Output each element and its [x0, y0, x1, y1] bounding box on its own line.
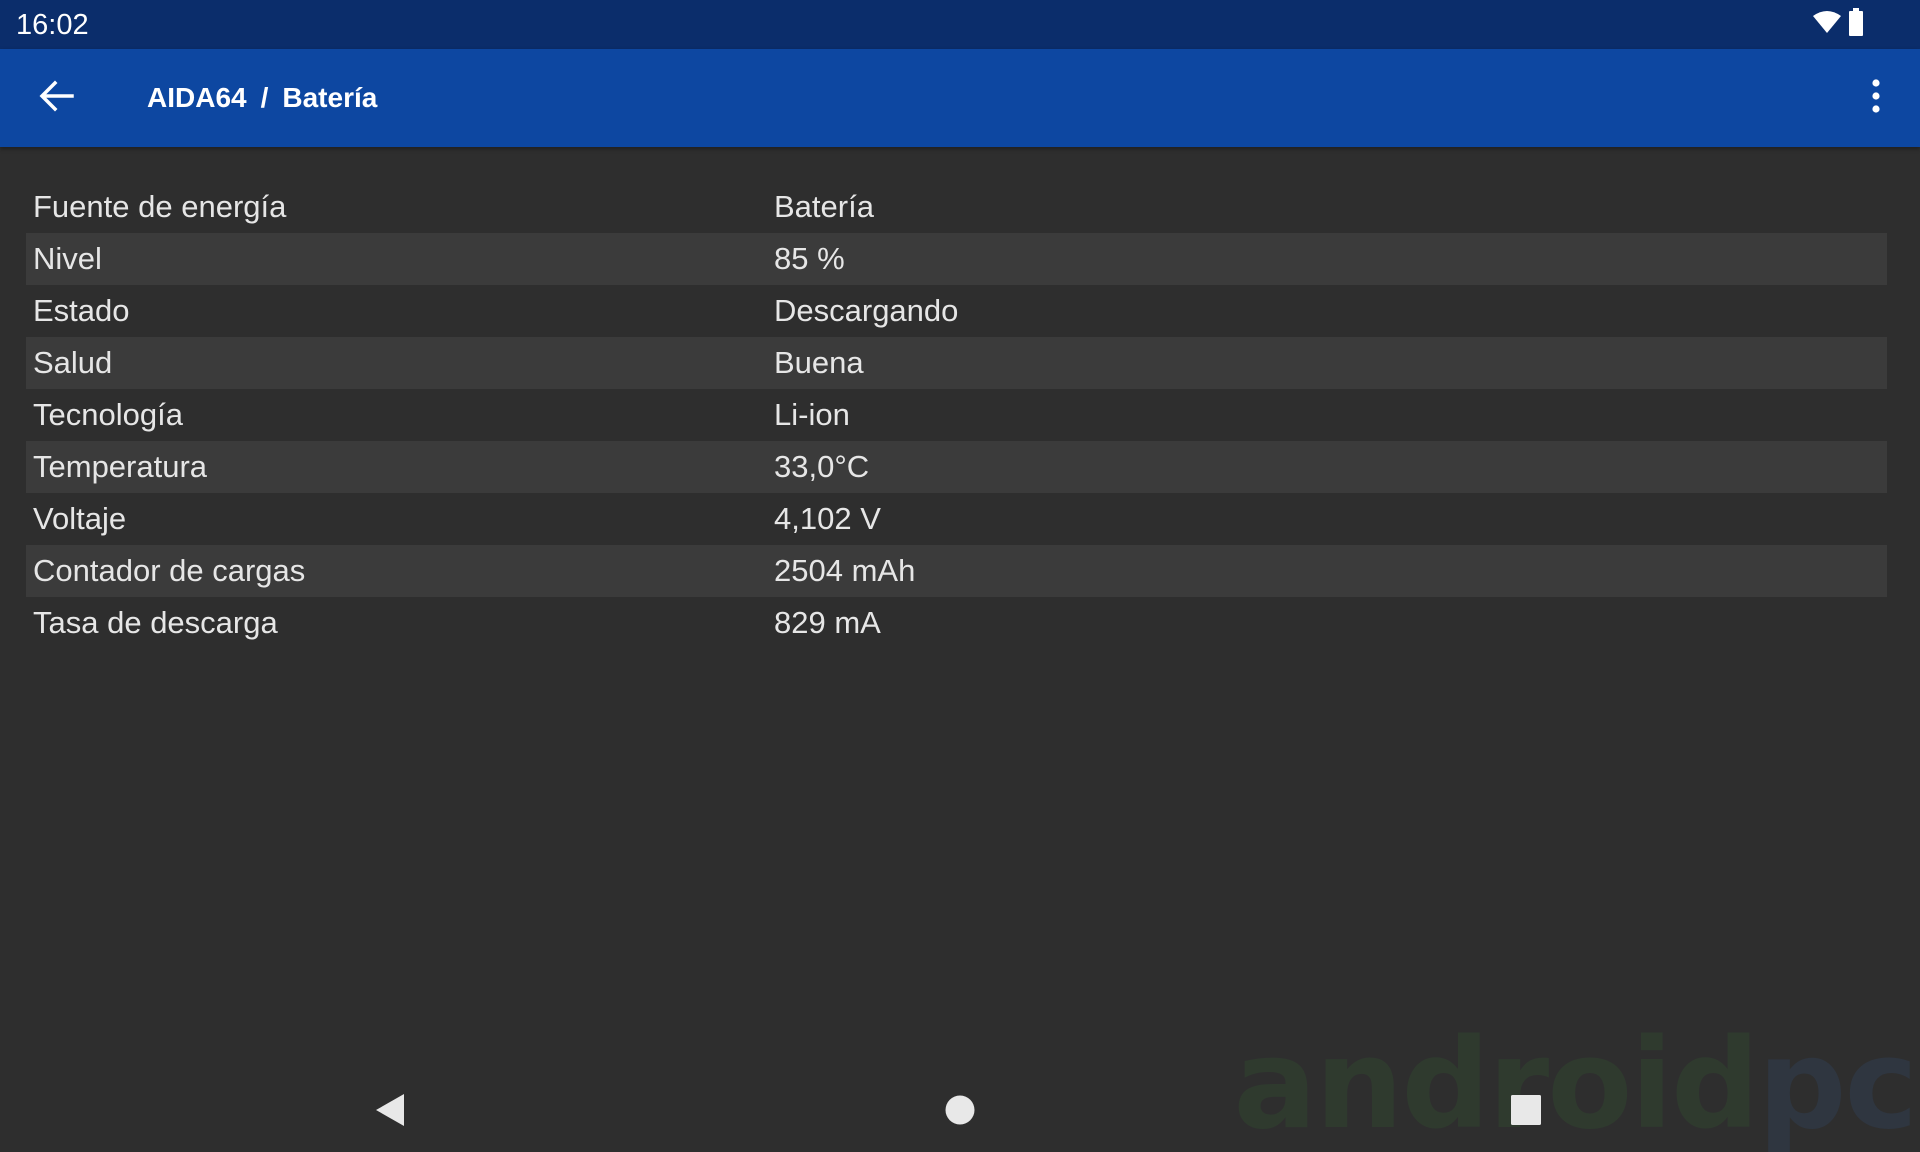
table-row: Salud Buena — [26, 337, 1887, 389]
breadcrumb-app: AIDA64 — [147, 82, 247, 113]
more-vert-icon — [1870, 78, 1882, 119]
row-value: 2504 mAh — [774, 553, 916, 588]
row-value: Li-ion — [774, 397, 850, 432]
page-title: Batería — [282, 82, 378, 113]
row-value: 33,0°C — [774, 449, 870, 484]
status-icons — [1812, 7, 1864, 41]
nav-recents-button[interactable] — [1496, 1082, 1556, 1142]
status-time: 16:02 — [16, 9, 89, 41]
table-row: Contador de cargas 2504 mAh — [26, 545, 1887, 597]
battery-info-table: Fuente de energía Batería Nivel 85 % Est… — [26, 181, 1887, 649]
row-label: Fuente de energía — [33, 189, 287, 224]
nav-home-button[interactable] — [930, 1082, 990, 1142]
app-bar: AIDA64 / Batería — [0, 49, 1920, 147]
row-label: Estado — [33, 293, 130, 328]
row-value: 4,102 V — [774, 501, 881, 536]
row-label: Nivel — [33, 241, 102, 276]
table-row: Temperatura 33,0°C — [26, 441, 1887, 493]
table-row: Tecnología Li-ion — [26, 389, 1887, 441]
nav-home-icon — [944, 1094, 976, 1131]
row-label: Salud — [33, 345, 113, 380]
battery-icon — [1848, 7, 1864, 41]
navigation-bar — [0, 1068, 1920, 1152]
row-label: Tasa de descarga — [33, 605, 278, 640]
row-label: Contador de cargas — [33, 553, 306, 588]
row-value: 829 mA — [774, 605, 881, 640]
table-row: Fuente de energía Batería — [26, 181, 1887, 233]
row-label: Tecnología — [33, 397, 183, 432]
table-row: Estado Descargando — [26, 285, 1887, 337]
nav-back-icon — [374, 1092, 406, 1133]
row-value: 85 % — [774, 241, 845, 276]
row-label: Voltaje — [33, 501, 127, 536]
row-value: Buena — [774, 345, 864, 380]
nav-recents-icon — [1510, 1094, 1542, 1131]
arrow-back-icon — [38, 80, 74, 117]
overflow-menu-button[interactable] — [1850, 72, 1902, 124]
row-value: Descargando — [774, 293, 959, 328]
back-button[interactable] — [30, 72, 82, 124]
row-value: Batería — [774, 189, 874, 224]
wifi-icon — [1812, 10, 1842, 39]
row-label: Temperatura — [33, 449, 208, 484]
table-row: Nivel 85 % — [26, 233, 1887, 285]
breadcrumb-separator: / — [260, 82, 269, 113]
breadcrumb: AIDA64 / Batería — [147, 79, 377, 117]
status-bar: 16:02 — [0, 0, 1920, 49]
table-row: Voltaje 4,102 V — [26, 493, 1887, 545]
nav-back-button[interactable] — [360, 1082, 420, 1142]
table-row: Tasa de descarga 829 mA — [26, 597, 1887, 649]
screen: 16:02 AIDA64/Batería Fuente de energía B… — [0, 0, 1920, 1152]
